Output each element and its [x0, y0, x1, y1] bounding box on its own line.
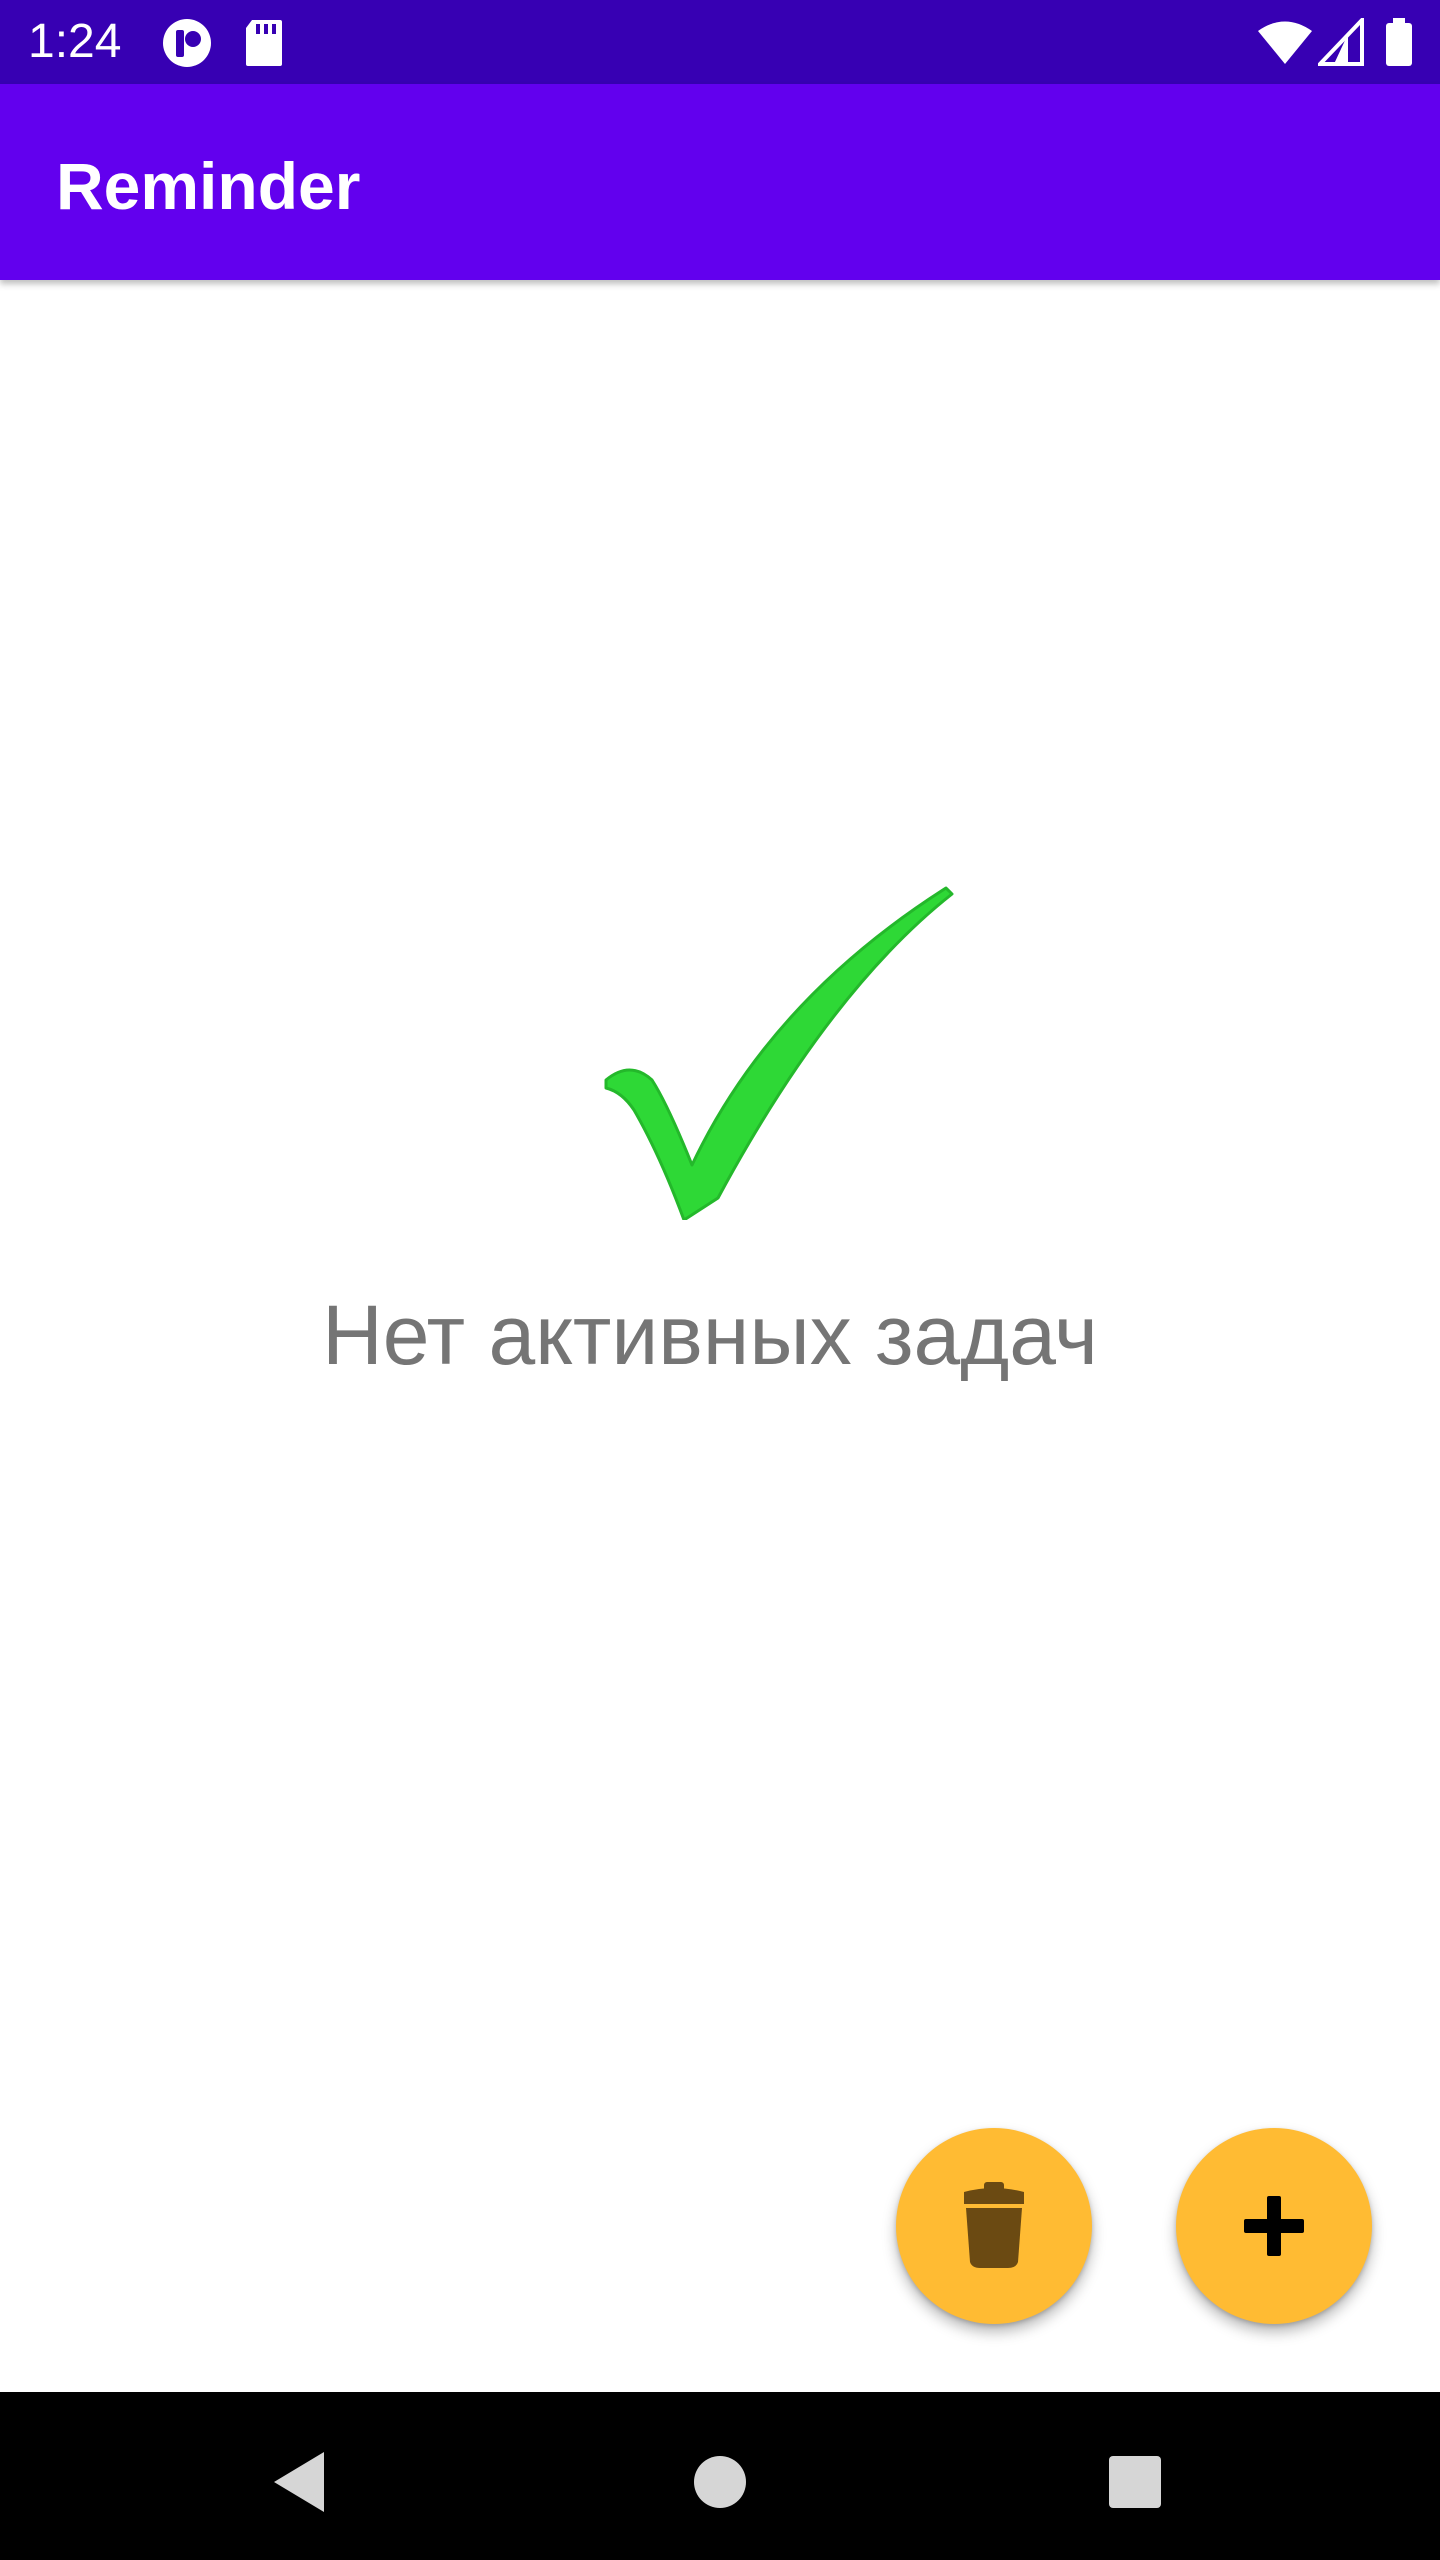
add-button[interactable] — [1176, 2128, 1372, 2324]
status-bar: 1:24 — [0, 0, 1440, 84]
app-title: Reminder — [56, 149, 361, 223]
battery-icon — [1384, 18, 1414, 73]
navigation-bar — [0, 2392, 1440, 2560]
empty-state-message: Нет активных задач — [322, 1288, 1098, 1382]
back-button[interactable] — [250, 2432, 350, 2532]
checkmark-icon — [600, 880, 960, 1222]
notification-app-icon — [162, 18, 212, 73]
recents-button[interactable] — [1085, 2432, 1185, 2532]
status-time: 1:24 — [28, 15, 122, 68]
plus-icon — [1244, 2196, 1304, 2256]
home-button[interactable] — [670, 2432, 770, 2532]
delete-button[interactable] — [896, 2128, 1092, 2324]
wifi-icon — [1256, 18, 1314, 71]
signal-icon — [1315, 15, 1364, 71]
app-bar: Reminder — [0, 84, 1440, 280]
home-icon — [694, 2456, 746, 2508]
back-icon — [274, 2452, 324, 2512]
recents-icon — [1109, 2456, 1161, 2508]
trash-icon — [964, 2182, 1024, 2268]
sd-card-icon — [244, 18, 284, 73]
screen: 1:24 Reminder Нет активных задач — [0, 0, 1440, 2560]
